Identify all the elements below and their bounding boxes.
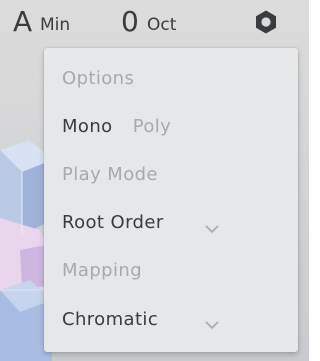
mono-option[interactable]: Mono [62,116,113,137]
chevron-down-icon [204,224,220,234]
play-mode-dropdown[interactable]: Root Order [62,209,164,237]
app-root: A Min 0 Oct Options Mono Poly Play Mode … [0,0,309,361]
mapping-dropdown[interactable]: Chromatic [62,306,158,334]
settings-button[interactable] [253,9,279,35]
key-scale-selector[interactable]: Min [40,15,70,35]
voice-mode-row: Mono Poly [62,113,171,141]
play-mode-chevron[interactable] [204,224,220,234]
chevron-down-icon [204,320,220,330]
gear-icon [253,9,279,35]
mapping-chevron[interactable] [204,320,220,330]
options-menu: Options Mono Poly Play Mode Root Order M… [44,48,298,352]
poly-option[interactable]: Poly [133,116,171,137]
octave-value[interactable]: 0 [121,5,139,39]
play-mode-section-header: Play Mode [62,164,158,185]
options-section-header: Options [62,68,135,89]
mapping-section-header: Mapping [62,260,143,281]
key-root-selector[interactable]: A [13,5,32,39]
octave-label[interactable]: Oct [147,15,176,35]
header-bar: A Min 0 Oct [0,0,309,46]
